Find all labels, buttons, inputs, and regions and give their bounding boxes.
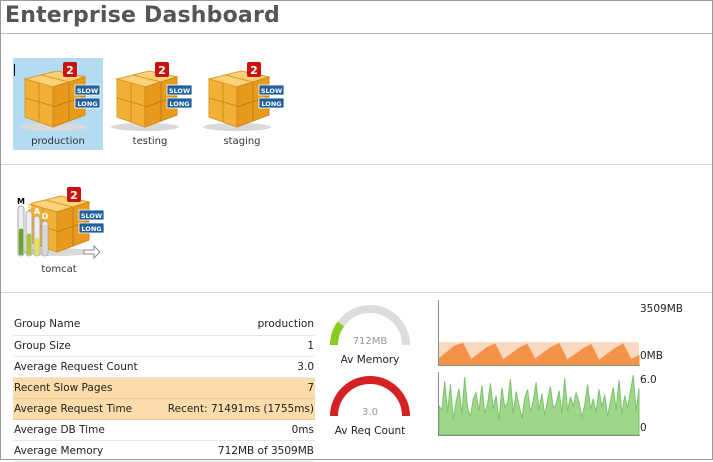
- server-label: tomcat: [41, 264, 77, 275]
- detail-label: Average DB Time: [13, 419, 152, 441]
- memory-chart-max-label: 3509MB: [640, 303, 683, 315]
- divider: [1, 292, 712, 293]
- meter-fill: [42, 224, 48, 255]
- detail-row: Recent Slow Pages 7: [13, 377, 315, 399]
- request-count-chart: [438, 372, 640, 436]
- long-tag-text: LONG: [81, 225, 101, 233]
- detail-label: Recent Slow Pages: [13, 377, 152, 399]
- detail-value: 3.0: [151, 356, 315, 378]
- request-count-gauge-caption: Av Req Count: [334, 425, 406, 437]
- detail-label: Average Request Count: [13, 356, 152, 378]
- group-item-staging[interactable]: 2 SLOW LONG staging: [197, 58, 287, 150]
- divider: [1, 33, 712, 34]
- detail-value: 1: [151, 335, 315, 357]
- meter-fill: [34, 238, 40, 255]
- meter-letter: M: [17, 197, 25, 206]
- memory-chart: [438, 300, 640, 366]
- server-item-tomcat[interactable]: 2 SLOW LONG M S A Dtomcat: [14, 184, 105, 276]
- meter-letter: S: [26, 202, 32, 211]
- meter-letter: A: [34, 207, 41, 216]
- long-tag-text: LONG: [261, 100, 281, 108]
- meter-fill: [18, 228, 24, 255]
- detail-label: Group Size: [13, 335, 152, 357]
- slow-tag-text: SLOW: [169, 87, 190, 95]
- detail-row: Average Request Count 3.0: [13, 356, 315, 378]
- link-arrow-icon: [83, 244, 101, 260]
- long-tag-text: LONG: [77, 100, 97, 108]
- memory-chart-min-label: 0MB: [640, 350, 663, 362]
- group-icon: 2 SLOW LONG: [19, 62, 101, 131]
- detail-value: production: [151, 314, 315, 336]
- detail-label: Group Name: [13, 314, 152, 336]
- group-icon: 2 SLOW LONG: [111, 62, 193, 131]
- alert-count-text: 2: [158, 64, 166, 77]
- group-label: testing: [132, 136, 168, 147]
- meter-letter: D: [42, 212, 49, 221]
- slow-tag-text: SLOW: [77, 87, 98, 95]
- meter-fill: [26, 233, 32, 255]
- detail-value: 7: [151, 377, 315, 399]
- group-item-testing[interactable]: 2 SLOW LONG testing: [105, 58, 195, 150]
- alert-count-text: 2: [66, 64, 74, 77]
- group-label: staging: [223, 136, 261, 147]
- alert-count-text: 2: [250, 64, 258, 77]
- memory-gauge: 712MB Av Memory: [325, 303, 415, 369]
- group-label: production: [31, 136, 85, 147]
- slow-tag-text: SLOW: [261, 87, 282, 95]
- group-icon: 2 SLOW LONG: [203, 62, 285, 131]
- chart-area-series: [438, 375, 640, 436]
- memory-gauge-caption: Av Memory: [340, 354, 400, 366]
- detail-row: Group Size 1: [13, 335, 315, 357]
- divider: [1, 164, 712, 165]
- detail-row: Group Name production: [13, 314, 315, 336]
- server-icon: 2 SLOW LONG MSAD: [17, 187, 105, 260]
- detail-row: Average DB Time 0ms: [13, 419, 315, 441]
- group-details-table: Group Name production Group Size 1 Average R…: [13, 314, 315, 462]
- long-tag-text: LONG: [169, 100, 189, 108]
- detail-row: Average Memory 712MB of 3509MB: [13, 440, 315, 462]
- detail-value: Recent: 71491ms (1755ms): [151, 398, 315, 420]
- detail-label: Average Request Time: [13, 398, 152, 420]
- request-count-gauge-value: 3.0: [362, 407, 378, 418]
- page-title: Enterprise Dashboard: [5, 3, 280, 28]
- request-chart-min-label: 0: [640, 422, 647, 434]
- slow-tag-text: SLOW: [81, 212, 102, 220]
- detail-value: 0ms: [151, 419, 315, 441]
- alert-count-text: 2: [70, 189, 78, 202]
- request-count-gauge: 3.0 Av Req Count: [325, 374, 415, 440]
- detail-row: Average Request Time Recent: 71491ms (175…: [13, 398, 315, 420]
- memory-gauge-value: 712MB: [352, 336, 388, 347]
- text-cursor: [14, 64, 15, 76]
- group-item-production[interactable]: 2 SLOW LONG production: [13, 58, 103, 150]
- detail-value: 712MB of 3509MB: [151, 440, 315, 462]
- request-chart-max-label: 6.0: [640, 374, 657, 386]
- detail-label: Average Memory: [13, 440, 152, 462]
